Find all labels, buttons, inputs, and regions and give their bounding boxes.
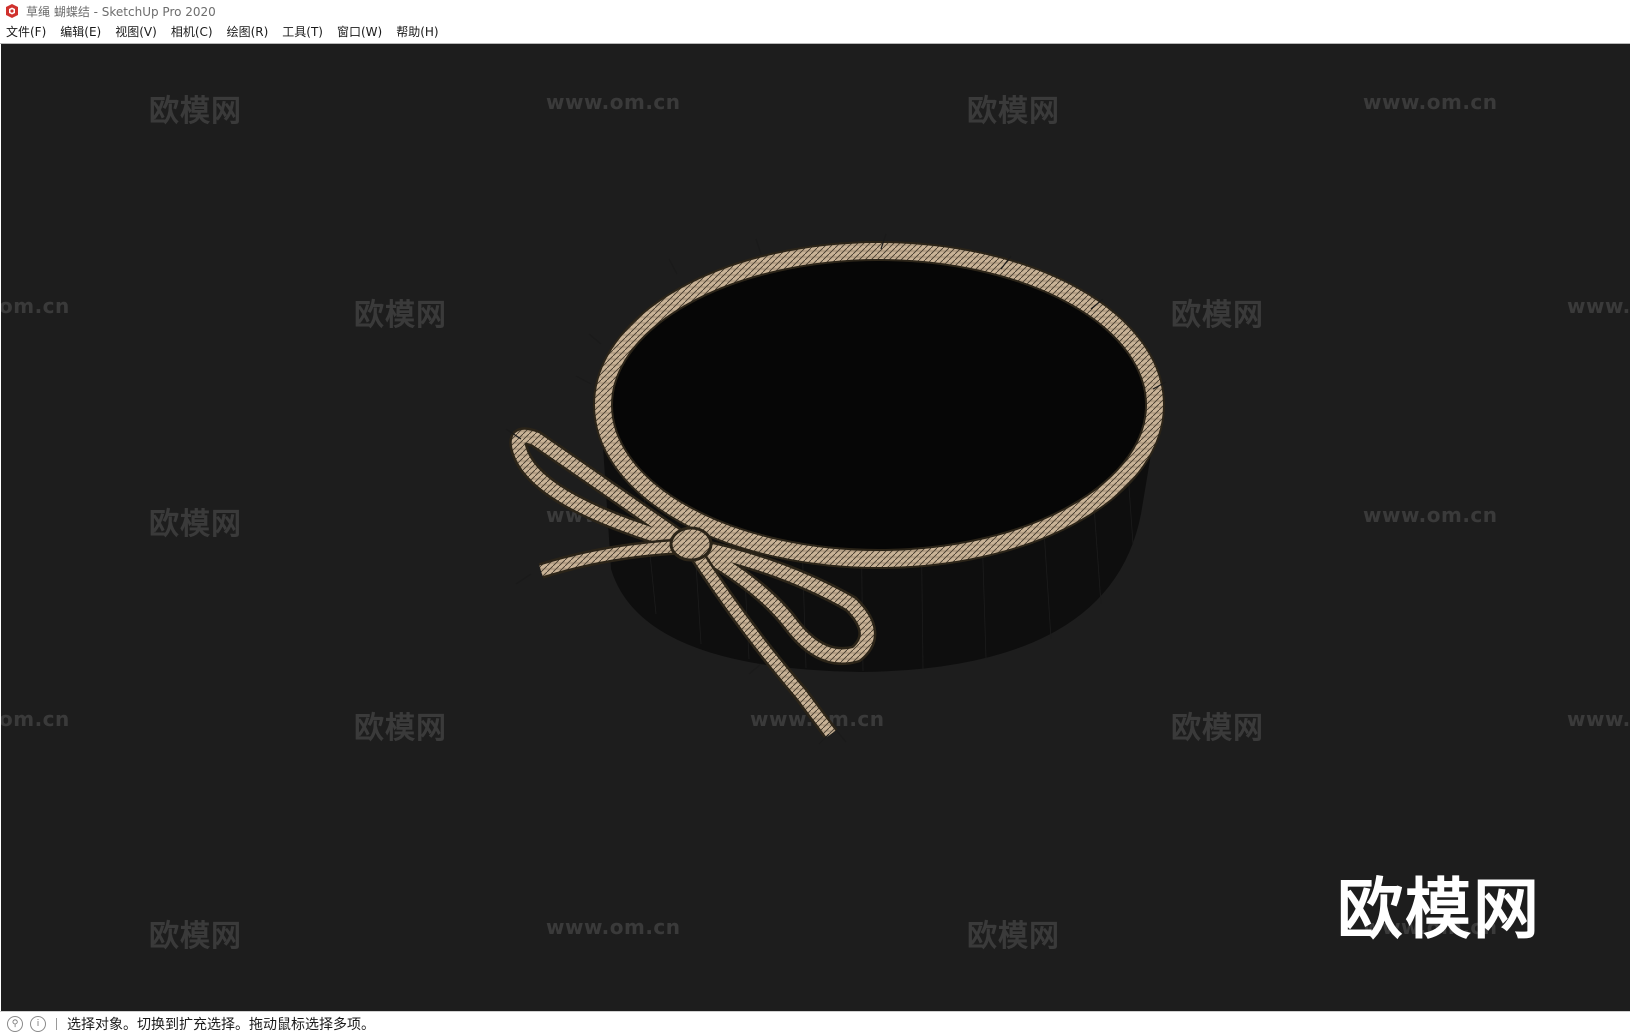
om-logo: 欧模网 <box>1337 871 1541 948</box>
status-bar: ⚲ i 选择对象。切换到扩充选择。拖动鼠标选择多项。 <box>0 1011 1630 1036</box>
menu-camera[interactable]: 相机(C) <box>164 22 220 43</box>
title-bar: 草绳 蝴蝶结 - SketchUp Pro 2020 <box>0 0 1630 22</box>
menu-draw[interactable]: 绘图(R) <box>220 22 276 43</box>
menu-view[interactable]: 视图(V) <box>108 22 164 43</box>
menu-tools[interactable]: 工具(T) <box>275 22 330 43</box>
menu-window[interactable]: 窗口(W) <box>330 22 389 43</box>
status-message: 选择对象。切换到扩充选择。拖动鼠标选择多项。 <box>67 1017 375 1033</box>
sketchup-logo-icon <box>6 4 18 18</box>
info-icon[interactable]: i <box>30 1016 46 1032</box>
window-title: 草绳 蝴蝶结 - SketchUp Pro 2020 <box>26 4 216 19</box>
status-divider <box>56 1018 57 1030</box>
menu-help[interactable]: 帮助(H) <box>389 22 445 43</box>
menu-file[interactable]: 文件(F) <box>0 22 53 43</box>
menu-bar: 文件(F) 编辑(E) 视图(V) 相机(C) 绘图(R) 工具(T) 窗口(W… <box>0 22 1630 44</box>
model-viewport[interactable]: 欧模网 www.om.cn 欧模网 www.om.cn om.cn 欧模网 ww… <box>1 44 1630 1011</box>
geo-location-icon[interactable]: ⚲ <box>7 1016 23 1032</box>
menu-edit[interactable]: 编辑(E) <box>53 22 108 43</box>
